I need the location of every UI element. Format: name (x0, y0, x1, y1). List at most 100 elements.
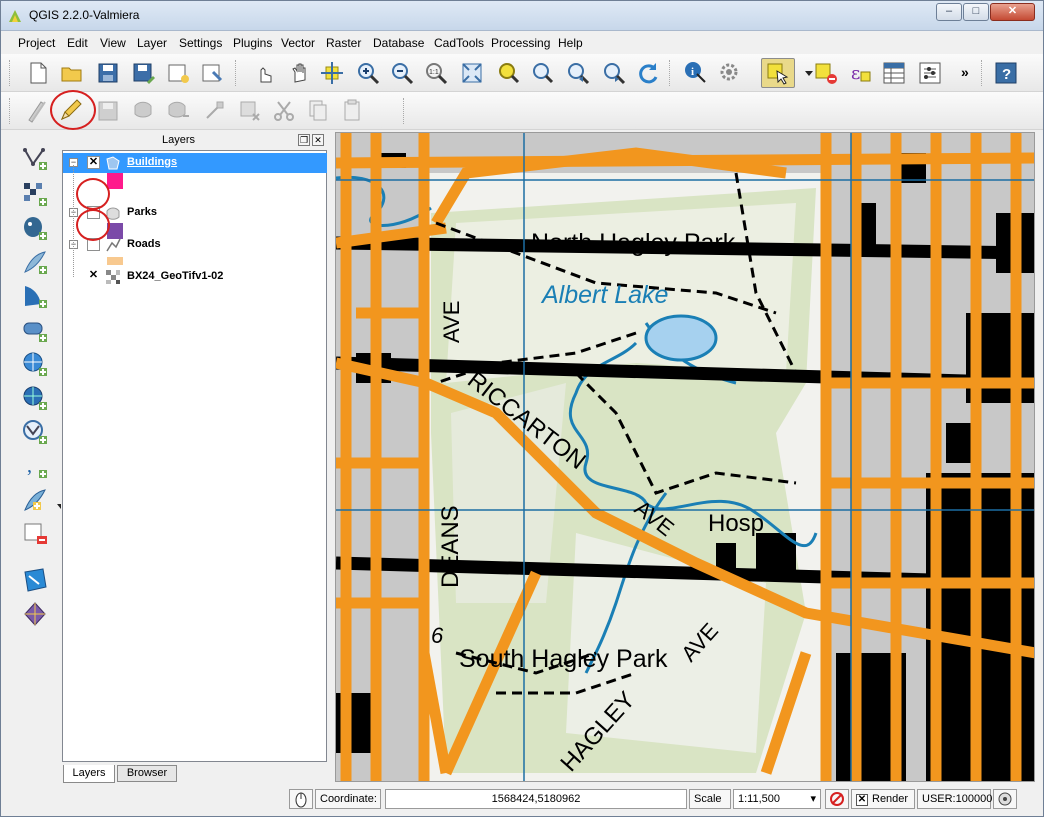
menu-plugins[interactable]: Plugins (233, 36, 272, 50)
scale-label: Scale (689, 789, 731, 809)
pan-map-icon[interactable] (287, 60, 313, 86)
new-project-icon[interactable] (25, 60, 51, 86)
toolbar-overflow-icon[interactable]: » (961, 64, 969, 80)
menu-vector[interactable]: Vector (281, 36, 315, 50)
paste-features-icon[interactable] (339, 98, 365, 124)
help-icon[interactable]: ? (993, 60, 1019, 86)
menu-processing[interactable]: Processing (491, 36, 550, 50)
attribute-table-icon[interactable] (881, 60, 907, 86)
add-oracle-layer-icon[interactable] (21, 316, 49, 344)
zoom-to-selection-icon[interactable] (495, 60, 521, 86)
select-by-expression-icon[interactable]: ε (847, 60, 873, 86)
add-wms-layer-icon[interactable] (21, 350, 49, 378)
menu-project[interactable]: Project (18, 36, 55, 50)
identify-features-icon[interactable]: i (683, 60, 709, 86)
add-spatialite-layer-icon[interactable] (21, 248, 49, 276)
toolbar-grip[interactable] (981, 60, 984, 86)
menu-cadtools[interactable]: CadTools (434, 36, 484, 50)
plugin-globe-icon[interactable] (21, 600, 49, 628)
menu-edit[interactable]: Edit (67, 36, 88, 50)
save-project-icon[interactable] (95, 60, 121, 86)
add-mssql-layer-icon[interactable] (21, 282, 49, 310)
layer-row-raster[interactable]: ✕ BX24_GeoTifv1-02 (63, 267, 327, 287)
label-south-hagley-park: South Hagley Park (459, 645, 668, 673)
touch-zoom-icon[interactable] (251, 60, 277, 86)
deselect-features-icon[interactable] (813, 60, 839, 86)
zoom-in-icon[interactable] (355, 60, 381, 86)
close-window-button[interactable]: ✕ (990, 3, 1035, 21)
delete-selected-icon[interactable] (237, 98, 263, 124)
minimize-button[interactable]: – (936, 3, 962, 21)
remove-layer-icon[interactable] (21, 520, 49, 548)
move-feature-icon[interactable] (165, 98, 191, 124)
cut-features-icon[interactable] (271, 98, 297, 124)
map-canvas[interactable]: North Hagley Park Albert Lake AVE RICCAR… (335, 132, 1035, 782)
tab-layers[interactable]: Layers (63, 765, 115, 783)
run-feature-action-icon[interactable] (717, 60, 743, 86)
coordinate-label: Coordinate: (315, 789, 381, 809)
toolbar-grip[interactable] (403, 98, 406, 124)
scale-combobox[interactable]: 1:11,500 ▾ (733, 789, 821, 809)
georeferencer-icon[interactable] (21, 566, 49, 594)
render-checkbox[interactable]: ✕ (856, 794, 868, 806)
crs-status[interactable]: USER:100000 (917, 789, 992, 809)
menu-database[interactable]: Database (373, 36, 424, 50)
layer-visibility-checkbox[interactable]: ✕ (87, 156, 100, 169)
new-print-composer-icon[interactable] (165, 60, 191, 86)
select-dropdown-icon[interactable] (796, 60, 813, 86)
coordinate-field[interactable]: 1568424,5180962 (385, 789, 687, 809)
toolbar-grip[interactable] (9, 60, 12, 86)
add-raster-layer-icon[interactable] (21, 180, 49, 208)
open-project-icon[interactable] (59, 60, 85, 86)
menu-layer[interactable]: Layer (137, 36, 167, 50)
save-as-icon[interactable] (131, 60, 157, 86)
map-render: North Hagley Park Albert Lake AVE RICCAR… (336, 133, 1034, 781)
add-vector-layer-icon[interactable] (21, 144, 49, 172)
render-toggle[interactable]: ✕ Render (851, 789, 915, 809)
menu-raster[interactable]: Raster (326, 36, 361, 50)
save-layer-edits-icon[interactable] (95, 98, 121, 124)
messages-button[interactable] (993, 789, 1017, 809)
zoom-out-icon[interactable] (389, 60, 415, 86)
zoom-to-layer-icon[interactable] (529, 60, 555, 86)
zoom-actual-size-icon[interactable]: 1:1 (423, 60, 449, 86)
select-features-icon[interactable] (761, 58, 795, 88)
node-tool-icon[interactable] (201, 98, 227, 124)
close-panel-button[interactable]: ✕ (312, 134, 324, 146)
toolbar-separator (669, 60, 672, 86)
pan-to-selection-icon[interactable] (319, 60, 345, 86)
new-shapefile-layer-icon[interactable] (21, 486, 49, 514)
copy-features-icon[interactable] (305, 98, 331, 124)
menu-view[interactable]: View (100, 36, 126, 50)
stop-render-icon (830, 792, 844, 806)
float-panel-button[interactable]: ❐ (298, 134, 310, 146)
add-delimited-text-layer-icon[interactable]: , (21, 452, 49, 480)
layer-row-buildings[interactable]: − ✕ Buildings (63, 153, 327, 173)
refresh-icon[interactable] (635, 60, 661, 86)
zoom-last-icon[interactable] (565, 60, 591, 86)
zoom-next-icon[interactable] (601, 60, 627, 86)
menu-help[interactable]: Help (558, 36, 583, 50)
add-feature-icon[interactable] (131, 98, 157, 124)
field-calculator-icon[interactable] (917, 60, 943, 86)
layer-visibility-checkbox[interactable]: ✕ (87, 270, 100, 283)
composer-manager-icon[interactable] (199, 60, 225, 86)
label-six: 6 (431, 623, 444, 648)
svg-text:i: i (691, 66, 694, 78)
label-deans: DEANS (437, 505, 464, 588)
toggle-extents-button[interactable] (289, 789, 313, 809)
manage-layers-toolbar: , (1, 132, 65, 816)
stop-render-button[interactable] (825, 789, 849, 809)
maximize-button[interactable]: □ (963, 3, 989, 21)
zoom-full-icon[interactable] (459, 60, 485, 86)
menu-settings[interactable]: Settings (179, 36, 222, 50)
tab-browser[interactable]: Browser (117, 765, 177, 782)
add-postgis-layer-icon[interactable] (21, 214, 49, 242)
add-wfs-layer-icon[interactable] (21, 418, 49, 446)
current-edits-icon[interactable] (23, 98, 49, 124)
new-layer-dropdown-icon[interactable] (47, 494, 65, 522)
toolbar-grip[interactable] (9, 98, 12, 124)
add-wcs-layer-icon[interactable] (21, 384, 49, 412)
title-bar: QGIS 2.2.0-Valmiera – □ ✕ (1, 1, 1043, 31)
digitizing-toolbar (1, 92, 1043, 130)
